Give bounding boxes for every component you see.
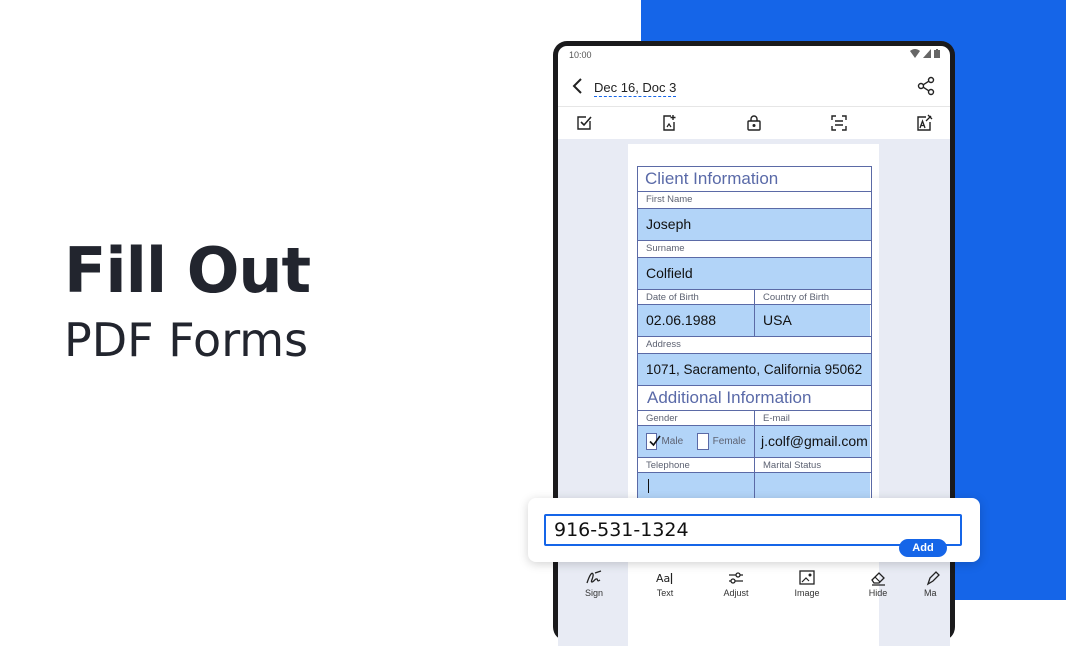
adjust-tool[interactable]: Adjust <box>711 570 761 598</box>
birth-value-row: 02.06.1988 USA <box>638 305 871 337</box>
male-checkbox[interactable] <box>646 433 661 450</box>
headline-subtitle: PDF Forms <box>64 313 309 367</box>
hide-tool[interactable]: Hide <box>853 570 903 598</box>
first-name-value-row: Joseph <box>638 209 871 241</box>
scan-icon[interactable] <box>829 113 849 133</box>
surname-label: Surname <box>646 243 685 254</box>
gender-value-row: Male Female j.colf@gmail.com <box>638 426 871 458</box>
signature-icon <box>586 570 602 584</box>
app-bar: Dec 16, Doc 3 <box>558 68 950 104</box>
surname-label-row: Surname <box>638 241 871 258</box>
country-label: Country of Birth <box>754 290 870 304</box>
text-cursor <box>648 479 649 493</box>
add-page-icon[interactable] <box>659 113 679 133</box>
share-icon[interactable] <box>916 76 936 96</box>
status-bar: 10:00 <box>558 46 950 66</box>
status-time: 10:00 <box>569 50 592 60</box>
marital-label: Marital Status <box>754 458 870 472</box>
telephone-label: Telephone <box>646 460 690 471</box>
additional-info-title: Additional Information <box>647 388 812 407</box>
address-field[interactable]: 1071, Sacramento, California 95062 <box>638 354 871 385</box>
status-icons <box>910 49 940 58</box>
surname-value-row: Colfield <box>638 258 871 290</box>
eraser-icon <box>871 572 885 586</box>
email-field[interactable]: j.colf@gmail.com <box>754 426 870 457</box>
first-name-label-row: First Name <box>638 192 871 209</box>
gender-label: Gender <box>646 413 678 424</box>
dob-field[interactable]: 02.06.1988 <box>638 305 754 336</box>
marker-icon <box>926 571 940 586</box>
image-icon <box>799 570 815 585</box>
add-button[interactable]: Add <box>899 539 947 557</box>
telephone-input[interactable]: 916-531-1324 <box>544 514 962 546</box>
check-icon[interactable] <box>574 113 594 133</box>
sign-label: Sign <box>584 588 603 598</box>
document-title[interactable]: Dec 16, Doc 3 <box>594 80 677 97</box>
dob-label: Date of Birth <box>646 292 699 303</box>
address-label: Address <box>646 339 681 350</box>
pdf-form: Client Information First Name Joseph Sur… <box>637 166 872 506</box>
back-arrow-icon[interactable] <box>568 76 588 96</box>
adjust-label: Adjust <box>723 588 749 598</box>
additional-info-header: Additional Information <box>638 386 871 411</box>
client-info-title: Client Information <box>645 169 779 188</box>
male-label: Male <box>661 436 684 447</box>
text-label: Text <box>656 588 674 598</box>
more-label: Ma <box>924 588 937 598</box>
headline-title: Fill Out <box>64 234 311 307</box>
surname-field[interactable]: Colfield <box>638 258 871 289</box>
sliders-icon <box>729 572 743 584</box>
country-field[interactable]: USA <box>754 305 870 336</box>
wifi-icon <box>910 49 920 58</box>
telephone-label-row: Telephone Marital Status <box>638 458 871 473</box>
email-label: E-mail <box>754 411 870 425</box>
ai-edit-icon[interactable] <box>914 113 934 133</box>
female-checkbox[interactable] <box>697 433 709 450</box>
birth-label-row: Date of Birth Country of Birth <box>638 290 871 305</box>
top-toolbar <box>558 106 950 140</box>
more-tool[interactable]: Ma <box>924 570 950 598</box>
headline: Fill Out PDF Forms <box>64 234 311 370</box>
first-name-field[interactable]: Joseph <box>638 209 871 240</box>
address-value-row: 1071, Sacramento, California 95062 <box>638 354 871 386</box>
image-tool[interactable]: Image <box>782 570 832 598</box>
checkmark-icon <box>649 435 661 447</box>
svg-text:Aa: Aa <box>656 572 670 585</box>
client-info-header: Client Information <box>638 167 871 192</box>
gender-field: Male Female <box>638 426 754 457</box>
bottom-toolbar: Sign Aa Text Adjust Image Hide Ma <box>558 570 950 610</box>
text-icon: Aa <box>656 572 673 585</box>
sign-tool[interactable]: Sign <box>569 570 619 598</box>
gender-label-row: Gender E-mail <box>638 411 871 426</box>
lock-icon[interactable] <box>744 113 764 133</box>
battery-icon <box>934 49 940 58</box>
text-tool[interactable]: Aa Text <box>640 570 690 598</box>
address-label-row: Address <box>638 337 871 354</box>
input-popup: 916-531-1324 Add <box>528 498 980 562</box>
female-label: Female <box>712 436 746 447</box>
hide-label: Hide <box>868 588 888 598</box>
first-name-label: First Name <box>646 194 693 205</box>
signal-icon <box>923 49 931 58</box>
image-label: Image <box>794 588 820 598</box>
